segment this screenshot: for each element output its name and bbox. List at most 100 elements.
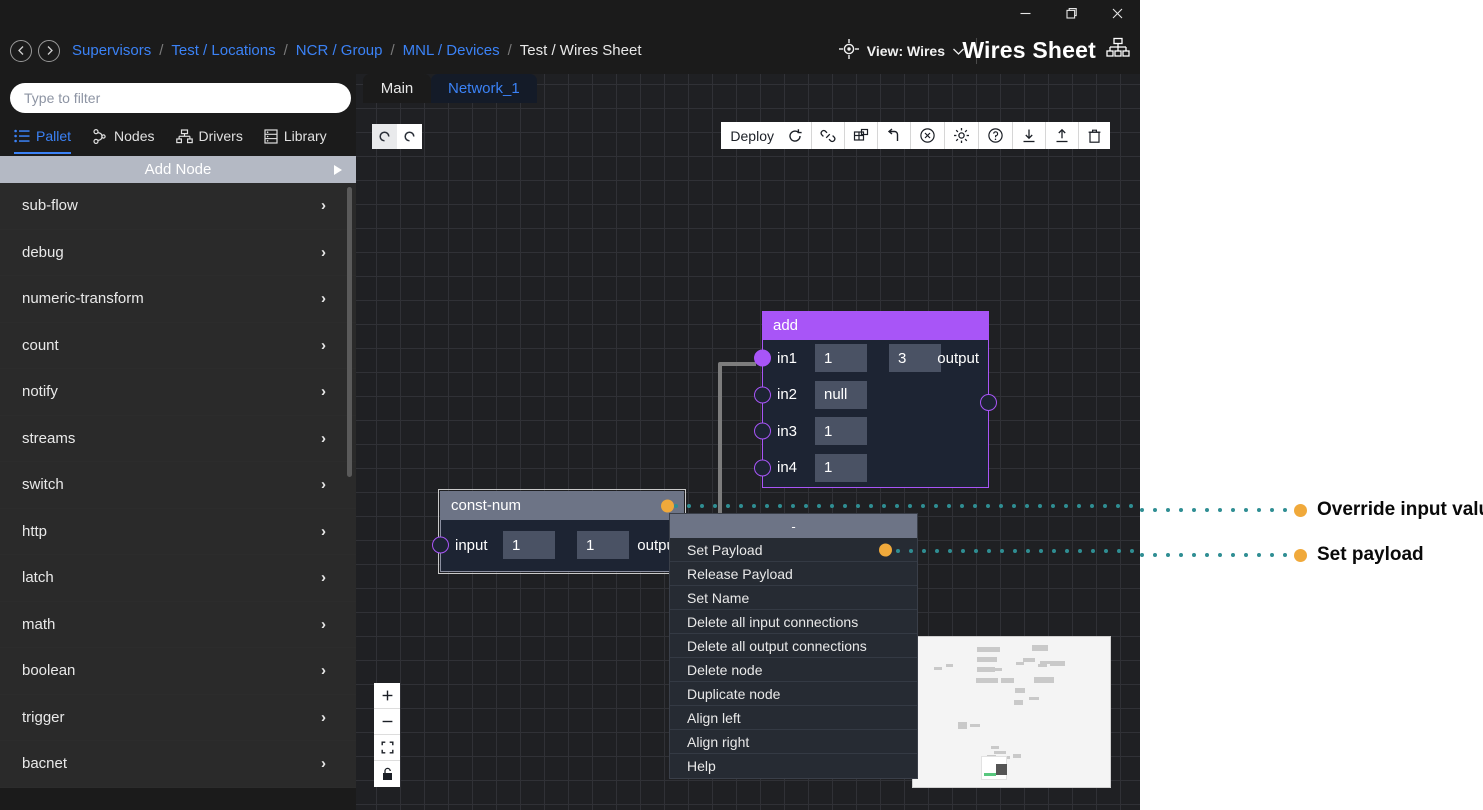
context-menu-item-delete-all-input-connections[interactable]: Delete all input connections — [670, 610, 917, 634]
breadcrumb-item-1[interactable]: Test / Locations — [171, 42, 275, 59]
lock-icon[interactable] — [374, 761, 400, 787]
sidebar-tab-library[interactable]: Library — [264, 121, 338, 151]
context-menu-item-set-payload[interactable]: Set Payload — [670, 538, 917, 562]
output-value[interactable]: 1 — [577, 531, 629, 559]
port-in3[interactable] — [754, 422, 771, 440]
minimap-node — [977, 647, 1000, 652]
cancel-icon[interactable] — [911, 122, 945, 149]
maximize-icon[interactable] — [1048, 0, 1094, 27]
palette-item-label: notify — [22, 383, 58, 401]
undo-icon[interactable] — [372, 124, 397, 149]
node-const-num[interactable]: const-num input 1 1 output — [432, 491, 684, 572]
breadcrumb-item-3[interactable]: MNL / Devices — [403, 42, 500, 59]
undo-arrow-icon[interactable] — [878, 122, 911, 149]
palette-item-count[interactable]: count › — [0, 322, 356, 369]
context-menu-item-help[interactable]: Help — [670, 754, 917, 778]
node-body: input 1 1 output — [432, 520, 684, 572]
download-icon[interactable] — [1013, 122, 1046, 149]
layout-icon[interactable] — [845, 122, 878, 149]
breadcrumb-item-0[interactable]: Supervisors — [72, 42, 151, 59]
palette-item-latch[interactable]: latch › — [0, 555, 356, 602]
port-in4[interactable] — [754, 459, 771, 477]
fit-view-icon[interactable] — [374, 735, 400, 761]
deploy-refresh-icon[interactable] — [779, 122, 812, 149]
palette-item-switch[interactable]: switch › — [0, 462, 356, 509]
port-in2[interactable] — [754, 386, 771, 404]
context-menu-item-release-payload[interactable]: Release Payload — [670, 562, 917, 586]
leader-dot — [1205, 508, 1209, 512]
input-label-in1: in1 — [777, 349, 798, 367]
palette-item-trigger[interactable]: trigger › — [0, 694, 356, 741]
palette-item-notify[interactable]: notify › — [0, 369, 356, 416]
close-icon[interactable] — [1094, 0, 1140, 27]
sidebar-tab-label: Drivers — [198, 128, 243, 144]
palette-item-math[interactable]: math › — [0, 601, 356, 648]
sidebar-tab-pallet[interactable]: Pallet — [14, 121, 82, 154]
palette-item-numeric-transform[interactable]: numeric-transform › — [0, 276, 356, 323]
context-menu-item-delete-all-output-connections[interactable]: Delete all output connections — [670, 634, 917, 658]
context-menu-item-align-left[interactable]: Align left — [670, 706, 917, 730]
view-selector[interactable]: View: Wires — [838, 27, 965, 74]
chevron-right-icon[interactable] — [38, 39, 60, 62]
link-icon[interactable] — [812, 122, 845, 149]
chevron-right-icon: › — [321, 336, 326, 354]
node-input-row[interactable]: in4 1 — [754, 450, 988, 487]
palette-item-debug[interactable]: debug › — [0, 229, 356, 276]
help-icon[interactable] — [979, 122, 1013, 149]
node-header[interactable]: add — [762, 311, 989, 340]
upload-icon[interactable] — [1046, 122, 1079, 149]
port-in1[interactable] — [754, 349, 771, 367]
tab-network-1[interactable]: Network_1 — [431, 74, 537, 103]
zoom-in-icon[interactable] — [374, 683, 400, 709]
zoom-controls[interactable] — [374, 683, 400, 787]
context-menu-item-label: Delete node — [687, 661, 763, 678]
palette-item-boolean[interactable]: boolean › — [0, 648, 356, 695]
node-header[interactable]: const-num — [440, 491, 684, 520]
context-menu-item-duplicate-node[interactable]: Duplicate node — [670, 682, 917, 706]
minimap[interactable] — [912, 636, 1111, 788]
port-input[interactable] — [432, 536, 449, 554]
output-value[interactable]: 3 — [889, 344, 941, 373]
input-value-in3[interactable]: 1 — [815, 417, 867, 446]
node-context-menu[interactable]: - Set Payload Release Payload Set Name Dele… — [669, 513, 918, 779]
context-menu-item-align-right[interactable]: Align right — [670, 730, 917, 754]
palette-item-label: count — [22, 336, 59, 354]
palette-item-bacnet[interactable]: bacnet › — [0, 741, 356, 788]
trash-icon[interactable] — [1079, 122, 1110, 149]
wires-canvas[interactable]: add in1 1 3 output in2 null in3 1 in4 1 … — [356, 74, 1140, 810]
palette-item-http[interactable]: http › — [0, 508, 356, 555]
palette-list[interactable]: sub-flow › debug › numeric-transform › count › n… — [0, 183, 356, 799]
input-value-in1[interactable]: 1 — [815, 344, 867, 373]
sheet-title-group: Wires Sheet — [962, 27, 1130, 74]
sidebar-tab-drivers[interactable]: Drivers — [175, 121, 254, 151]
node-add[interactable]: add in1 1 3 output in2 null in3 1 in4 1 — [754, 311, 997, 488]
input-value-in2[interactable]: null — [815, 380, 867, 409]
minimize-icon[interactable] — [1002, 0, 1048, 27]
context-menu-item-delete-node[interactable]: Delete node — [670, 658, 917, 682]
leader-dot — [1025, 504, 1029, 508]
tab-main[interactable]: Main — [363, 74, 431, 103]
sidebar-scrollbar[interactable] — [347, 187, 352, 477]
tab-label: Main — [380, 80, 414, 97]
chevron-left-icon[interactable] — [10, 39, 32, 62]
search-input[interactable] — [10, 83, 351, 113]
node-input-row[interactable]: in2 null — [754, 377, 988, 414]
node-input-row[interactable]: in3 1 — [754, 413, 988, 450]
context-menu-item-set-name[interactable]: Set Name — [670, 586, 917, 610]
settings-icon[interactable] — [945, 122, 979, 149]
node-input-row[interactable]: input 1 1 output — [432, 520, 683, 570]
minimap-viewport[interactable] — [981, 756, 1007, 780]
library-icon — [264, 128, 278, 144]
input-value-in4[interactable]: 1 — [815, 453, 867, 482]
palette-item-sub-flow[interactable]: sub-flow › — [0, 183, 356, 230]
redo-icon[interactable] — [397, 124, 422, 149]
port-output[interactable] — [980, 394, 997, 411]
node-input-row[interactable]: in1 1 3 output — [754, 340, 988, 377]
zoom-out-icon[interactable] — [374, 709, 400, 735]
deploy-button[interactable]: Deploy — [721, 122, 779, 149]
input-value[interactable]: 1 — [503, 531, 555, 559]
sidebar-tab-nodes[interactable]: Nodes — [92, 121, 165, 151]
palette-item-streams[interactable]: streams › — [0, 415, 356, 462]
add-node-button[interactable]: Add Node — [0, 156, 356, 183]
breadcrumb-item-2[interactable]: NCR / Group — [296, 42, 383, 59]
